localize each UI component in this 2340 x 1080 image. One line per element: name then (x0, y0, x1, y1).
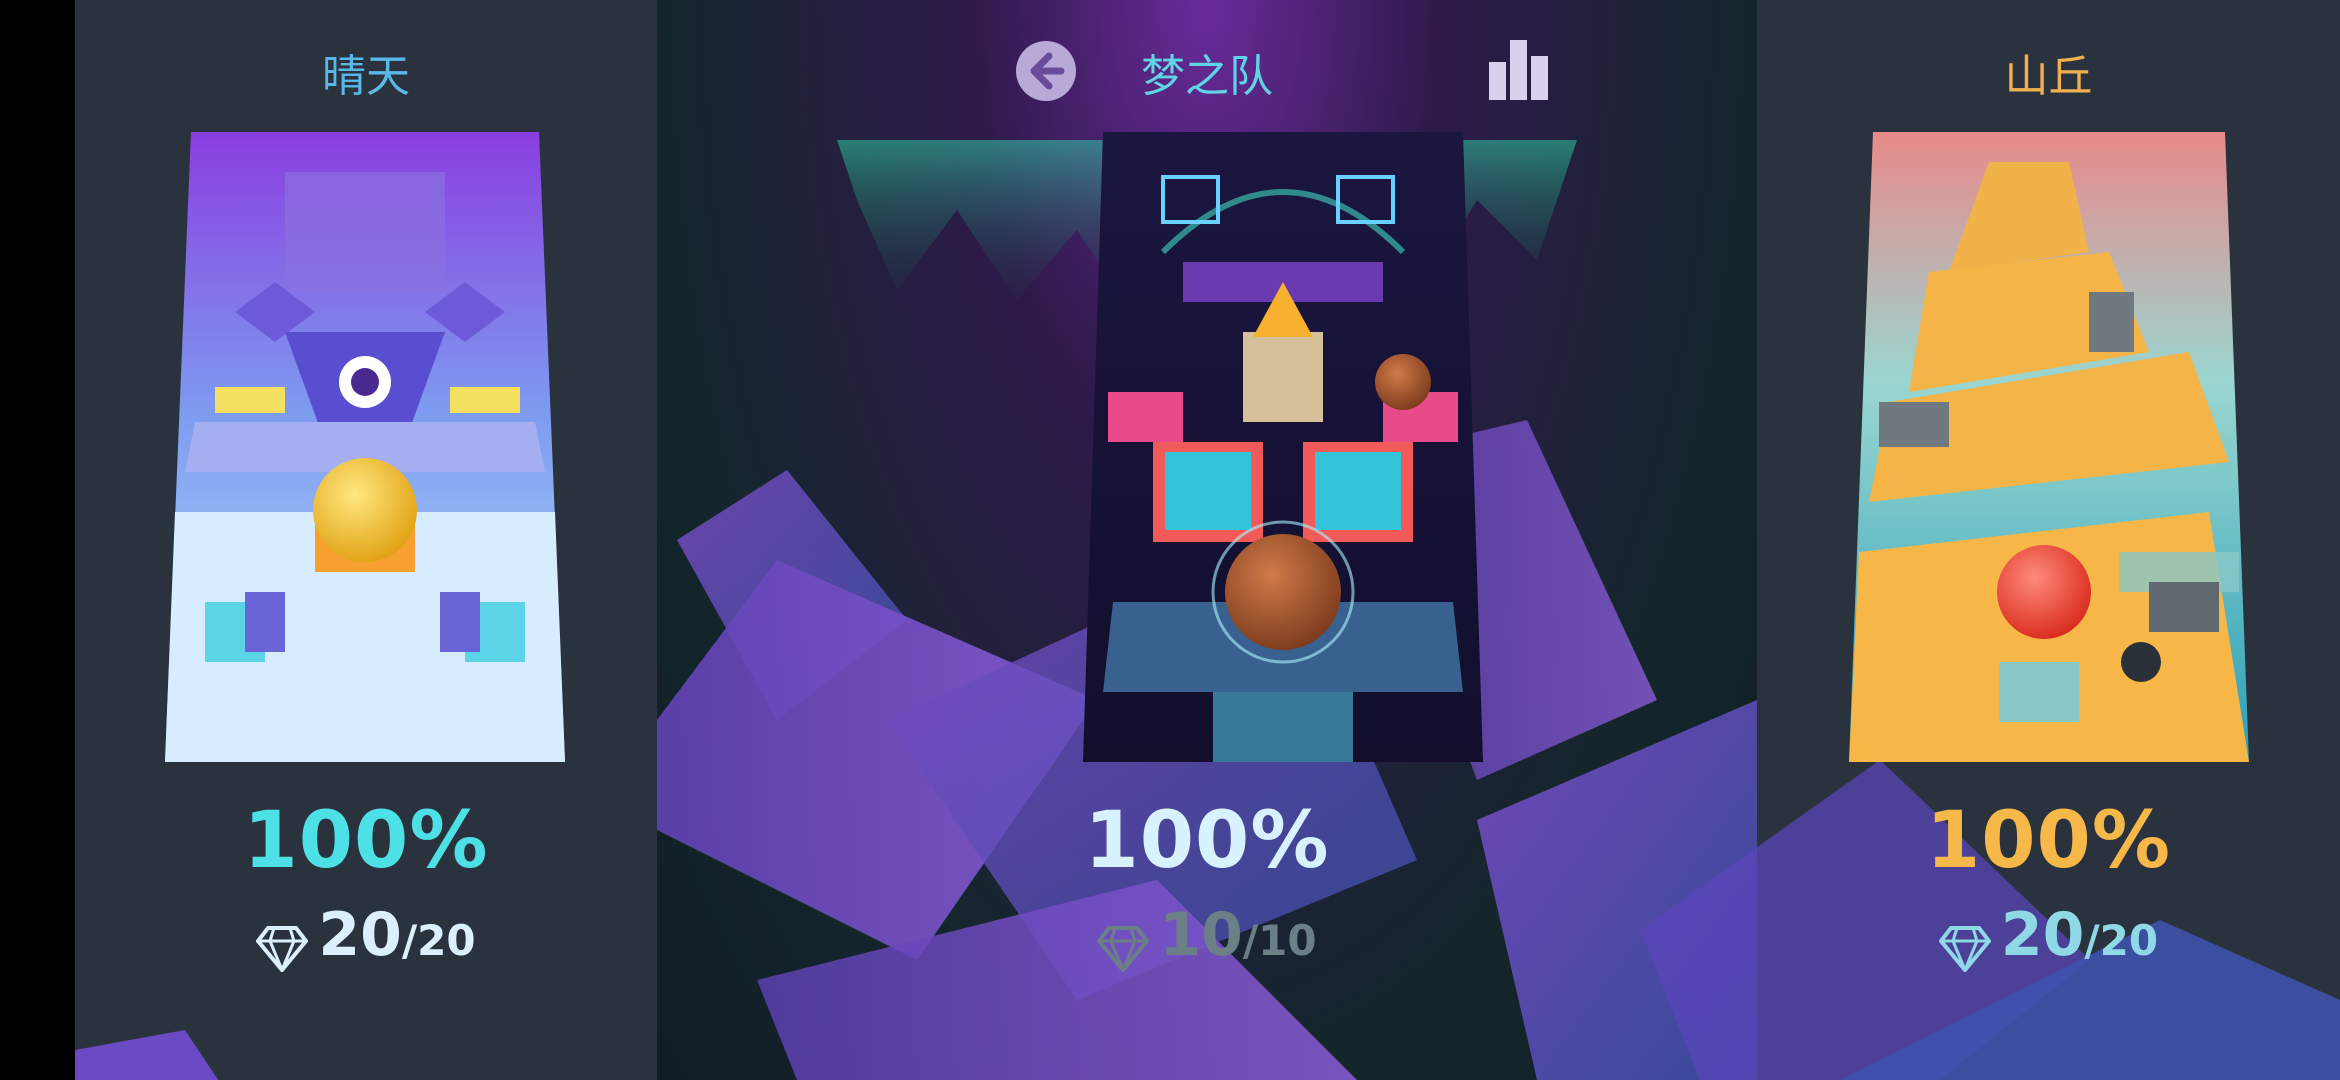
level-preview-image[interactable] (1849, 132, 2249, 762)
sunny-level-art (165, 132, 565, 762)
gems-collected: 20 (2000, 900, 2085, 970)
level-select-screen: 晴天 100% 20/20 梦之队 100% 10/10 山丘 100% 20/… (75, 0, 2340, 1080)
level-preview-image[interactable] (1083, 132, 1483, 762)
diamond-icon (1938, 925, 1992, 976)
bar-chart-icon (1489, 40, 1548, 100)
level-card-dream-team[interactable]: 梦之队 100% 10/10 (657, 0, 1757, 1080)
level-title: 晴天 (322, 51, 410, 102)
hills-level-art (1849, 132, 2249, 762)
diamond-icon (255, 925, 309, 976)
gems-collected: 20 (318, 900, 402, 970)
gems-total: /20 (401, 916, 476, 965)
level-title: 山丘 (2004, 51, 2093, 102)
gems-counter: 20/20 (1757, 900, 2340, 976)
dream-team-level-art (1083, 132, 1483, 762)
level-title: 梦之队 (1141, 51, 1273, 102)
diamond-icon (1096, 925, 1150, 976)
gems-counter: 20/20 (75, 900, 657, 976)
leaderboard-button[interactable] (1487, 36, 1551, 104)
gems-total: /20 (2084, 916, 2159, 965)
gems-total: /10 (1242, 916, 1317, 965)
gems-collected: 10 (1159, 900, 1243, 970)
level-preview-image[interactable] (165, 132, 565, 762)
completion-percent: 100% (1926, 796, 2171, 886)
completion-percent: 100% (1084, 796, 1330, 886)
level-card-sunny[interactable]: 晴天 100% 20/20 (75, 0, 657, 1080)
level-card-hills[interactable]: 山丘 100% 20/20 (1757, 0, 2340, 1080)
gems-counter: 10/10 (657, 900, 1757, 976)
completion-percent: 100% (243, 796, 489, 886)
